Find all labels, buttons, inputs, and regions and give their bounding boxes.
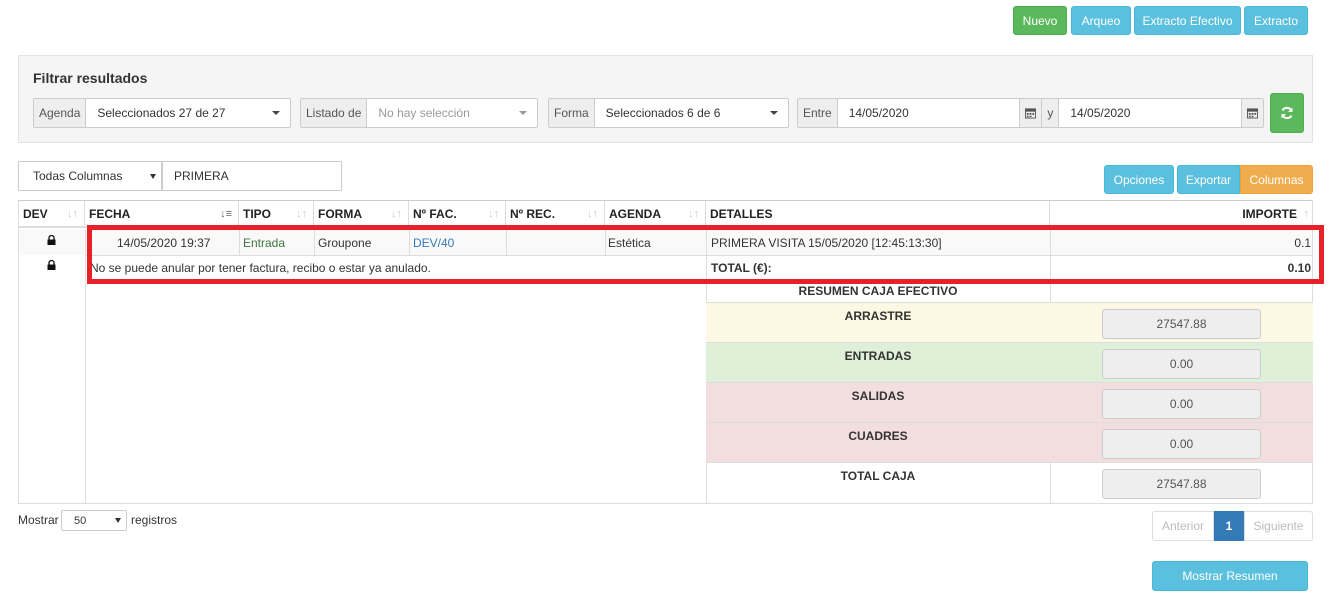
cuadres-field: 0.00	[1102, 429, 1261, 459]
forma-select-value[interactable]: Seleccionados 6 de 6	[595, 99, 770, 127]
column-header-nrec[interactable]: Nº REC. ↓↑	[506, 201, 605, 228]
cuadres-label: CUADRES	[848, 429, 908, 443]
refresh-icon	[1281, 106, 1293, 120]
sort-icon: ↓↑	[488, 208, 499, 220]
page-size-value: 50	[74, 514, 87, 527]
summary-salidas-row: SALIDAS 0.00	[706, 383, 1313, 422]
extracto-efectivo-button[interactable]: Extracto Efectivo	[1134, 6, 1241, 35]
arrastre-label: ARRASTRE	[844, 309, 912, 323]
chevron-down-icon	[115, 518, 121, 523]
page-size-select[interactable]: 50	[61, 510, 127, 531]
date-to-input[interactable]: 14/05/2020	[1059, 99, 1241, 127]
column-select-value: Todas Columnas	[33, 169, 123, 183]
agenda-label: Agenda	[34, 99, 87, 127]
forma-filter[interactable]: Forma Seleccionados 6 de 6	[548, 98, 789, 128]
entre-label: Entre	[798, 99, 838, 127]
agenda-select-value[interactable]: Seleccionados 27 de 27	[86, 99, 272, 127]
entradas-label: ENTRADAS	[844, 349, 912, 363]
chevron-down-icon	[770, 111, 778, 115]
arrastre-field: 27547.88	[1102, 309, 1261, 339]
lock-icon	[47, 260, 56, 270]
calendar-icon[interactable]	[1019, 99, 1042, 127]
column-header-agenda[interactable]: AGENDA ↓↑	[605, 201, 706, 228]
total-caja-field: 27547.88	[1102, 469, 1261, 499]
column-header-importe[interactable]: IMPORTE ↑	[1050, 201, 1313, 228]
entradas-field: 0.00	[1102, 349, 1261, 379]
pagination-next[interactable]: Siguiente	[1244, 511, 1313, 541]
chevron-down-icon	[272, 111, 280, 115]
exportar-button[interactable]: Exportar	[1177, 165, 1240, 194]
opciones-button[interactable]: Opciones	[1104, 165, 1174, 194]
listado-filter[interactable]: Listado de No hay selección	[300, 98, 538, 128]
search-input[interactable]: PRIMERA	[162, 161, 342, 191]
sort-icon: ↓↑	[688, 208, 699, 220]
total-caja-label: TOTAL CAJA	[840, 469, 916, 483]
sort-icon: ↑	[1303, 208, 1310, 220]
highlight-annotation	[87, 225, 1324, 284]
filter-panel: Filtrar resultados Agenda Seleccionados …	[18, 55, 1313, 143]
summary-arrastre-row: ARRASTRE 27547.88	[706, 303, 1313, 342]
date-range-filter: Entre 14/05/2020 y 14/05/2020	[797, 98, 1264, 128]
chevron-down-icon	[150, 174, 156, 179]
column-header-nfac[interactable]: Nº FAC. ↓↑	[409, 201, 506, 228]
extracto-button[interactable]: Extracto	[1244, 6, 1308, 35]
lock-icon	[47, 235, 56, 245]
filter-title: Filtrar resultados	[33, 70, 148, 86]
column-select[interactable]: Todas Columnas	[18, 161, 162, 191]
refresh-button[interactable]	[1270, 93, 1304, 133]
summary-title: RESUMEN CAJA EFECTIVO	[798, 284, 958, 298]
listado-select-value[interactable]: No hay selección	[367, 99, 519, 127]
sort-icon: ↓↑	[67, 208, 78, 220]
mostrar-label: Mostrar	[18, 513, 59, 527]
forma-label: Forma	[549, 99, 595, 127]
column-header-fecha[interactable]: FECHA ↓≡	[85, 201, 239, 228]
summary-entradas-row: ENTRADAS 0.00	[706, 343, 1313, 382]
listado-label: Listado de	[301, 99, 368, 127]
date-from-input[interactable]: 14/05/2020	[838, 99, 1020, 127]
nuevo-button[interactable]: Nuevo	[1013, 6, 1067, 35]
pagination-previous[interactable]: Anterior	[1152, 511, 1214, 541]
registros-label: registros	[131, 513, 178, 527]
arqueo-button[interactable]: Arqueo	[1071, 6, 1131, 35]
summary-total-row: TOTAL CAJA 27547.88	[706, 463, 1313, 504]
sort-icon: ↓↑	[587, 208, 598, 220]
salidas-field: 0.00	[1102, 389, 1261, 419]
sort-icon: ↓↑	[296, 208, 307, 220]
summary-cuadres-row: CUADRES 0.00	[706, 423, 1313, 462]
column-header-tipo[interactable]: TIPO ↓↑	[239, 201, 314, 228]
search-input-value: PRIMERA	[174, 169, 229, 183]
calendar-icon[interactable]	[1241, 99, 1263, 127]
sort-desc-icon: ↓≡	[220, 208, 232, 220]
columnas-button[interactable]: Columnas	[1240, 165, 1313, 194]
column-header-forma[interactable]: FORMA ↓↑	[314, 201, 409, 228]
mostrar-resumen-button[interactable]: Mostrar Resumen	[1152, 561, 1308, 591]
agenda-filter[interactable]: Agenda Seleccionados 27 de 27	[33, 98, 291, 128]
chevron-down-icon	[519, 111, 527, 115]
sort-icon: ↓↑	[391, 208, 402, 220]
pagination-page-1[interactable]: 1	[1214, 511, 1244, 541]
y-label: y	[1041, 99, 1060, 127]
column-header-dev[interactable]: DEV ↓↑	[19, 201, 85, 228]
salidas-label: SALIDAS	[851, 389, 905, 403]
column-header-detalles[interactable]: DETALLES	[706, 201, 1050, 228]
